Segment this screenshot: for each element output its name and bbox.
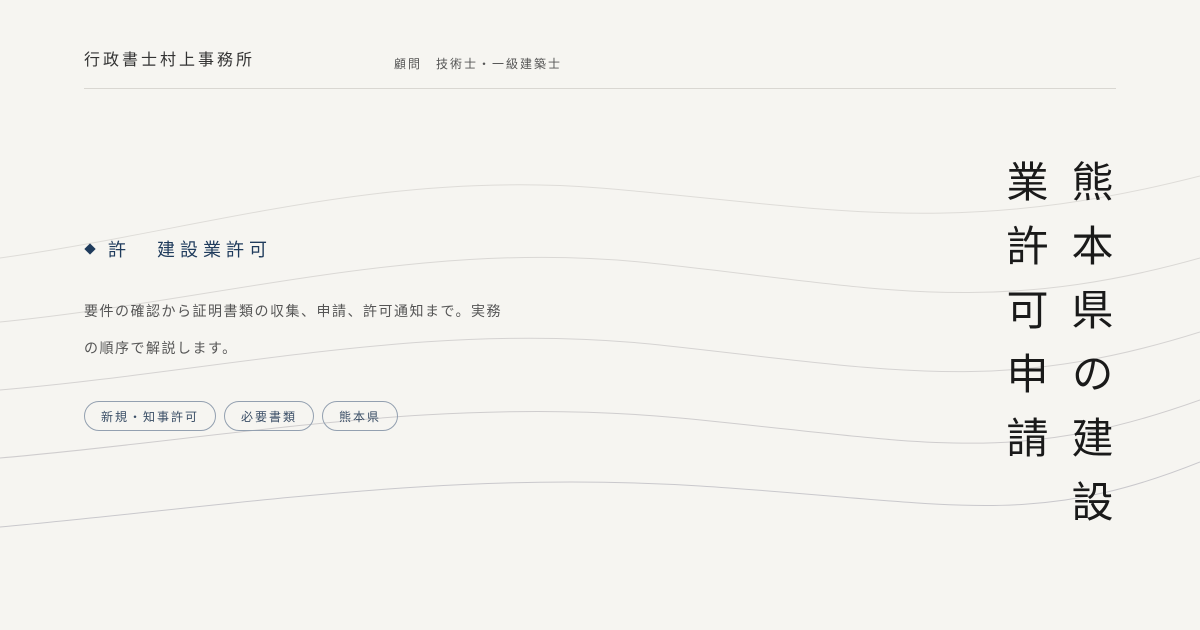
vertical-title-column-1: 熊本県の建設 [1065,160,1114,544]
office-name: 行政書士村上事務所 [84,50,256,69]
section-heading-prefix: 許 [108,240,131,261]
tag-new-governor-permit[interactable]: 新規・知事許可 [84,401,217,431]
section-heading: 許 建設業許可 [84,236,272,262]
tag-required-documents[interactable]: 必要書類 [224,401,315,431]
section-heading-title: 建設業許可 [157,240,272,261]
description-line: の順序で解説します。 [84,341,238,357]
advisor-credentials: 顧問 技術士・一級建築士 [394,57,563,71]
description-line: 要件の確認から証明書類の収集、申請、許可通知まで。実務 [84,304,502,320]
description: 要件の確認から証明書類の収集、申請、許可通知まで。実務 の順序で解説します。 [84,294,554,368]
tag-list: 新規・知事許可 必要書類 熊本県 [84,401,399,431]
vertical-title-column-2: 業許可申請 [1000,160,1049,480]
tag-kumamoto[interactable]: 熊本県 [322,401,399,431]
diamond-icon [84,243,96,255]
header-divider [84,88,1116,89]
